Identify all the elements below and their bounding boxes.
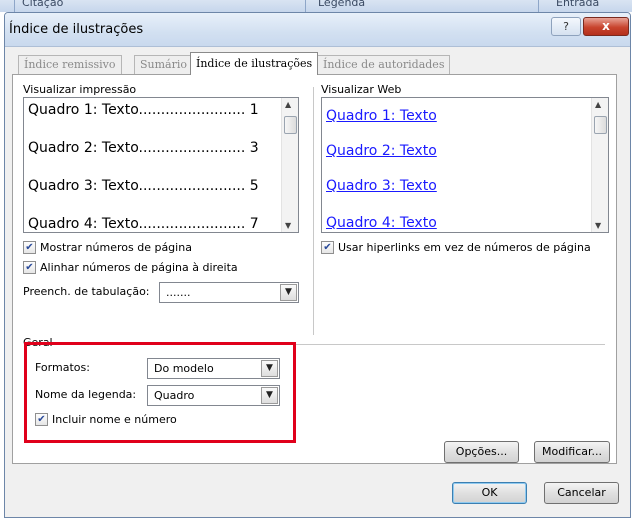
title-bar: Índice de ilustrações ? x xyxy=(5,13,630,47)
options-button[interactable]: Opções... xyxy=(444,441,519,463)
print-preview-label: Visualizar impressão xyxy=(23,83,137,96)
scroll-thumb[interactable] xyxy=(594,116,607,134)
scroll-up-icon[interactable]: ▲ xyxy=(285,100,291,109)
tab-indice-remissivo[interactable]: Índice remissivo xyxy=(18,55,122,74)
print-preview-box[interactable]: Quadro 1: Texto........................ … xyxy=(23,97,299,233)
right-align-label: Alinhar números de página à direita xyxy=(40,261,238,274)
scroll-up-icon[interactable]: ▲ xyxy=(595,100,601,109)
web-preview-scrollbar[interactable]: ▲ ▼ xyxy=(591,98,608,232)
cancel-button[interactable]: Cancelar xyxy=(544,482,619,504)
help-icon: ? xyxy=(563,20,569,33)
close-button[interactable]: x xyxy=(583,17,629,36)
web-preview-label: Visualizar Web xyxy=(321,83,402,96)
close-icon: x xyxy=(602,19,610,33)
ribbon-item-legenda: Legenda xyxy=(318,0,366,9)
web-preview-box[interactable]: Quadro 1: Texto Quadro 2: Texto Quadro 3… xyxy=(321,97,609,233)
tab-indice-de-autoridades[interactable]: Índice de autoridades xyxy=(317,55,451,74)
show-page-numbers-label: Mostrar números de página xyxy=(40,241,192,254)
chevron-down-icon[interactable]: ▼ xyxy=(280,284,297,301)
web-entry-link[interactable]: Quadro 3: Texto xyxy=(326,178,437,194)
web-entry-link[interactable]: Quadro 2: Texto xyxy=(326,143,437,159)
dialog-title: Índice de ilustrações xyxy=(9,22,144,37)
ok-button[interactable]: OK xyxy=(452,482,527,504)
web-entry-link[interactable]: Quadro 4: Texto xyxy=(326,215,437,231)
ribbon-item-citacao: Citação xyxy=(22,0,64,9)
print-preview-scrollbar[interactable]: ▲ ▼ xyxy=(281,98,298,232)
use-hyperlinks-checkbox[interactable]: ✔ xyxy=(321,241,334,254)
print-entry: Quadro 3: Texto........................ … xyxy=(28,178,259,194)
use-hyperlinks-label: Usar hiperlinks em vez de números de pág… xyxy=(338,241,591,254)
print-entry: Quadro 2: Texto........................ … xyxy=(28,140,259,156)
background-ribbon-strip: Citação Legenda Entrada xyxy=(0,0,632,12)
web-entry-link[interactable]: Quadro 1: Texto xyxy=(326,108,437,124)
tab-leader-select[interactable]: ....... ▼ xyxy=(159,282,299,303)
tab-leader-label: Preench. de tabulação: xyxy=(23,285,150,298)
print-entry: Quadro 1: Texto........................ … xyxy=(28,102,259,118)
tab-indice-de-ilustracoes[interactable]: Índice de ilustrações xyxy=(190,52,319,75)
modify-button[interactable]: Modificar... xyxy=(534,441,610,463)
show-page-numbers-checkbox[interactable]: ✔ xyxy=(23,241,36,254)
highlight-rectangle xyxy=(24,342,296,443)
tab-sumario[interactable]: Sumário xyxy=(134,55,194,74)
tab-leader-value: ....... xyxy=(166,286,191,299)
scroll-down-icon[interactable]: ▼ xyxy=(595,221,601,230)
column-divider xyxy=(313,87,314,335)
right-align-checkbox[interactable]: ✔ xyxy=(23,261,36,274)
scroll-down-icon[interactable]: ▼ xyxy=(285,221,291,230)
print-entry: Quadro 4: Texto........................ … xyxy=(28,216,259,232)
ribbon-item-entrada: Entrada xyxy=(556,0,600,9)
help-button[interactable]: ? xyxy=(551,17,581,36)
scroll-thumb[interactable] xyxy=(284,116,297,134)
